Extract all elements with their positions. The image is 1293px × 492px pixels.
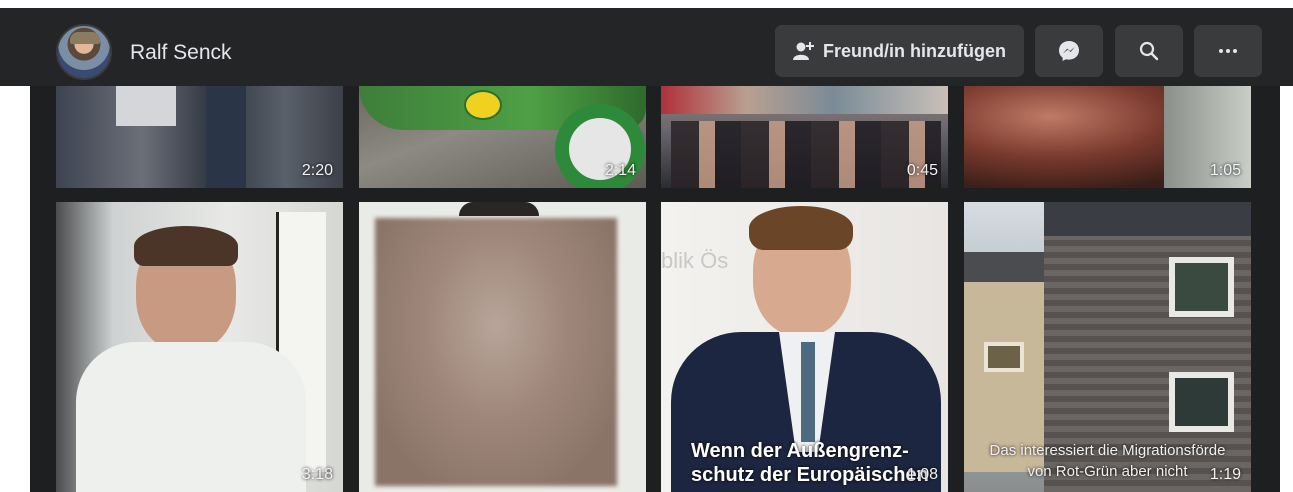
- profile-header: Ralf Senck Freund/in hinzufügen: [0, 8, 1293, 86]
- add-friend-button[interactable]: Freund/in hinzufügen: [775, 25, 1024, 77]
- video-thumbnail[interactable]: 2:14: [359, 86, 646, 188]
- more-icon: [1218, 48, 1238, 54]
- add-friend-icon: [793, 41, 815, 61]
- video-thumbnail[interactable]: 1:05: [964, 86, 1251, 188]
- video-duration: 2:20: [301, 162, 333, 179]
- video-duration: 1:08: [906, 466, 938, 483]
- more-button[interactable]: [1194, 25, 1262, 77]
- video-duration: 1:05: [1209, 162, 1241, 179]
- video-caption-line1: Das interessiert die Migrationsförde: [989, 442, 1226, 459]
- video-thumbnail[interactable]: blik Ös Wenn der Außengrenz- schutz der …: [661, 202, 948, 492]
- video-thumbnail[interactable]: 0:45: [661, 86, 948, 188]
- video-thumbnail[interactable]: Das interessiert die Migrationsförde von…: [964, 202, 1251, 492]
- video-caption-line1: Wenn der Außengrenz-: [691, 440, 909, 462]
- video-duration: 0:45: [906, 162, 938, 179]
- messenger-icon: [1058, 40, 1080, 62]
- profile-avatar[interactable]: [56, 24, 112, 80]
- video-grid: 2:20 2:14 0:45 1:05 3:18 blik Ös Wenn de…: [30, 86, 1280, 492]
- search-icon: [1139, 41, 1159, 61]
- video-thumbnail[interactable]: 2:20: [56, 86, 343, 188]
- video-caption-line2: von Rot-Grün aber nicht: [1027, 463, 1188, 480]
- profile-name[interactable]: Ralf Senck: [130, 41, 232, 65]
- search-button[interactable]: [1115, 25, 1183, 77]
- video-thumbnail[interactable]: [359, 202, 646, 492]
- video-duration: 2:14: [604, 162, 636, 179]
- background-text: blik Ös: [661, 248, 729, 273]
- video-caption-line2: schutz der Europäischen: [691, 464, 929, 486]
- add-friend-label: Freund/in hinzufügen: [823, 40, 1006, 61]
- messenger-button[interactable]: [1035, 25, 1103, 77]
- video-duration: 1:19: [1209, 466, 1241, 483]
- video-thumbnail[interactable]: 3:18: [56, 202, 343, 492]
- page: Ralf Senck Freund/in hinzufügen 2:20 2:1…: [0, 0, 1293, 492]
- video-duration: 3:18: [301, 466, 333, 483]
